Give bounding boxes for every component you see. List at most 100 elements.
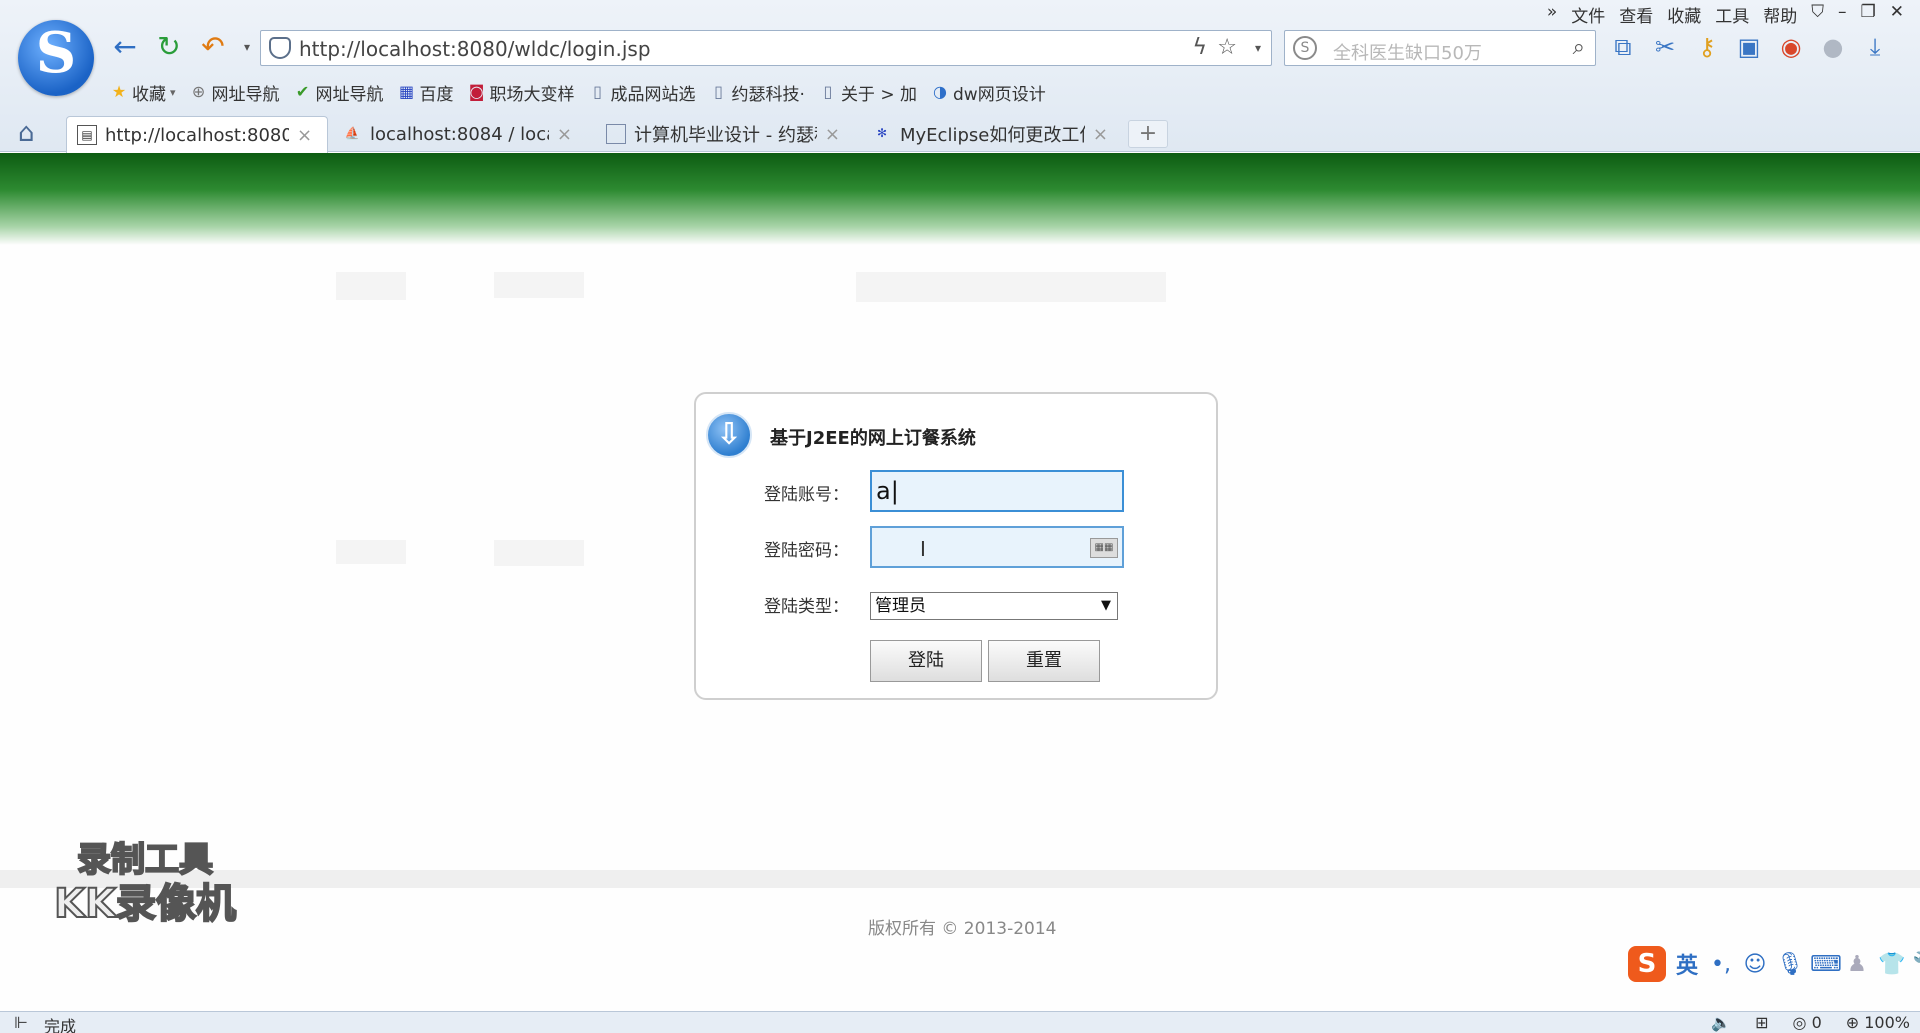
app-icon: ◙ [468, 82, 485, 101]
key-icon[interactable]: ⚷ [1692, 32, 1722, 62]
password-label: 登陆密码： [764, 541, 849, 561]
close-tab-icon[interactable]: × [825, 124, 840, 145]
login-type-select[interactable]: 管理员 ▼ [870, 592, 1118, 620]
circle-icon[interactable]: ● [1818, 32, 1848, 62]
ghost-block [336, 540, 406, 564]
speaker-icon[interactable]: 🔈 [1711, 1013, 1731, 1032]
fav-label: dw网页设计 [953, 84, 1046, 105]
tab-strip: ⌂ ▤ http://localhost:8080/w × ⛵ localhos… [0, 116, 1920, 153]
fav-item[interactable]: ▦ 百度 [398, 78, 454, 106]
sidebar-toggle-icon[interactable]: ⊩ [14, 1013, 28, 1033]
page-favicon-icon: ▤ [77, 125, 97, 145]
toolbar-icons: ⧉ ✂ ⚷ ▣ ◉ ● ⤓ [1608, 32, 1890, 62]
skin-icon[interactable]: ⛉ [1811, 2, 1824, 26]
download-arrow-icon: ⇩ [706, 412, 752, 458]
close-tab-icon[interactable]: × [297, 125, 312, 146]
login-panel: ⇩ 基于J2EE的网上订餐系统 登陆账号： a| 登陆密码： I ▦▦ 登陆类型… [694, 392, 1218, 700]
search-icon[interactable]: ⌕ [1573, 35, 1585, 60]
tab-label: MyEclipse如何更改工作 [900, 125, 1085, 146]
fav-item[interactable]: ◑ dw网页设计 [931, 78, 1046, 106]
ghost-block [494, 540, 584, 566]
zoom-indicator[interactable]: ⊕ 100% [1846, 1013, 1910, 1032]
close-tab-icon[interactable]: × [1093, 124, 1108, 145]
shield-icon [269, 37, 291, 59]
tab-phpmyadmin[interactable]: ⛵ localhost:8084 / localh × [332, 116, 582, 152]
minimize-icon[interactable]: – [1838, 2, 1847, 26]
reset-button[interactable]: 重置 [988, 640, 1100, 682]
microphone-icon[interactable]: 🎙 [1776, 952, 1804, 977]
header-banner [0, 153, 1920, 245]
pma-icon: ⛵ [344, 126, 360, 140]
ime-mode[interactable]: 英 [1674, 948, 1700, 980]
ghost-block [494, 272, 584, 298]
popup-block-icon[interactable]: ⊞ [1755, 1013, 1768, 1032]
lightning-icon[interactable]: ϟ [1192, 35, 1207, 60]
menu-view[interactable]: 查看 [1619, 2, 1653, 27]
page-icon [606, 124, 626, 144]
skin-shirt-icon[interactable]: 👕 [1878, 952, 1905, 977]
fav-item[interactable]: ⊕ 网址导航 [190, 78, 280, 106]
new-tab-button[interactable]: + [1128, 120, 1168, 148]
address-dropdown-icon[interactable]: ▾ [1255, 41, 1261, 55]
user-icon[interactable]: ♟ [1844, 952, 1870, 977]
restore-icon[interactable]: ❐ [1861, 2, 1876, 26]
page-icon: ▯ [823, 82, 833, 101]
globe-icon: ⊕ [191, 82, 206, 101]
fav-item[interactable]: ▯ 成品网站选 [589, 78, 696, 106]
menu-file[interactable]: 文件 [1571, 2, 1605, 27]
search-box[interactable]: S 全科医生缺口50万 ⌕ [1284, 30, 1596, 66]
star-outline-icon[interactable]: ☆ [1217, 35, 1237, 60]
keyboard-icon[interactable]: ▦▦ [1090, 538, 1118, 558]
punctuation-icon[interactable]: •, [1708, 952, 1734, 977]
close-window-icon[interactable]: ✕ [1890, 2, 1904, 26]
address-bar[interactable]: http://localhost:8080/wldc/login.jsp ϟ ☆… [260, 30, 1272, 66]
refresh-icon[interactable]: ↻ [152, 30, 186, 64]
menu-favorites[interactable]: 收藏 [1667, 2, 1701, 27]
ad-block-indicator[interactable]: ◎ 0 [1793, 1013, 1822, 1032]
chevron-down-icon[interactable]: ▾ [170, 86, 176, 99]
tab-login[interactable]: ▤ http://localhost:8080/w × [66, 116, 328, 153]
tab-graduation-design[interactable]: 计算机毕业设计 - 约瑟科 × [596, 116, 850, 152]
undo-dropdown-icon[interactable]: ▾ [230, 30, 264, 64]
close-tab-icon[interactable]: × [557, 124, 572, 145]
home-icon[interactable]: ⌂ [18, 118, 35, 148]
weibo-icon[interactable]: ◉ [1776, 32, 1806, 62]
screenshot-icon[interactable]: ⧉ [1608, 32, 1638, 62]
wrench-icon[interactable]: 🔧 [1912, 952, 1920, 977]
browser-logo-icon[interactable] [18, 20, 94, 96]
scissors-icon[interactable]: ✂ [1650, 32, 1680, 62]
eye-icon: ◑ [933, 82, 947, 101]
fav-item[interactable]: ◙ 职场大变样 [468, 78, 575, 106]
copyright-text: 版权所有 © 2013-2014 [868, 919, 1057, 939]
back-arrow-icon[interactable]: ← [108, 30, 142, 64]
menu-tools[interactable]: 工具 [1715, 2, 1749, 27]
undo-icon[interactable]: ↶ [196, 30, 230, 64]
login-type-label: 登陆类型： [764, 597, 849, 617]
status-text: 完成 [43, 1017, 76, 1033]
menu-more-icon[interactable]: » [1547, 2, 1557, 26]
emoji-icon[interactable]: ☺ [1742, 952, 1768, 977]
fav-item[interactable]: ✔ 网址导航 [294, 78, 384, 106]
fav-item[interactable]: ▯ 约瑟科技· [710, 78, 805, 106]
login-button[interactable]: 登陆 [870, 640, 982, 682]
login-type-value: 管理员 [875, 596, 926, 616]
fav-item[interactable]: ▯ 关于 > 加 [819, 78, 917, 106]
tab-myeclipse[interactable]: ✻ MyEclipse如何更改工作 × [862, 116, 1118, 152]
account-input[interactable]: a| [870, 470, 1124, 512]
search-input[interactable]: 全科医生缺口50万 [1333, 39, 1482, 65]
page-icon: ▯ [593, 82, 602, 101]
password-input[interactable]: I ▦▦ [870, 526, 1124, 568]
account-value: a [876, 477, 891, 505]
address-url[interactable]: http://localhost:8080/wldc/login.jsp [299, 37, 651, 61]
download-icon[interactable]: ⤓ [1860, 32, 1890, 62]
fav-item[interactable]: ★ 收藏 ▾ [110, 78, 176, 106]
tab-label: localhost:8084 / localh [370, 123, 549, 145]
app-square-icon[interactable]: ▣ [1734, 32, 1764, 62]
menu-help[interactable]: 帮助 [1763, 2, 1797, 27]
fav-label: 成品网站选 [610, 84, 696, 105]
ibeam-cursor-icon: I [920, 537, 926, 561]
ghost-block [336, 272, 406, 300]
sogou-logo-icon[interactable]: S [1628, 946, 1666, 982]
search-engine-icon[interactable]: S [1293, 36, 1317, 60]
keyboard-icon[interactable]: ⌨ [1810, 952, 1842, 977]
